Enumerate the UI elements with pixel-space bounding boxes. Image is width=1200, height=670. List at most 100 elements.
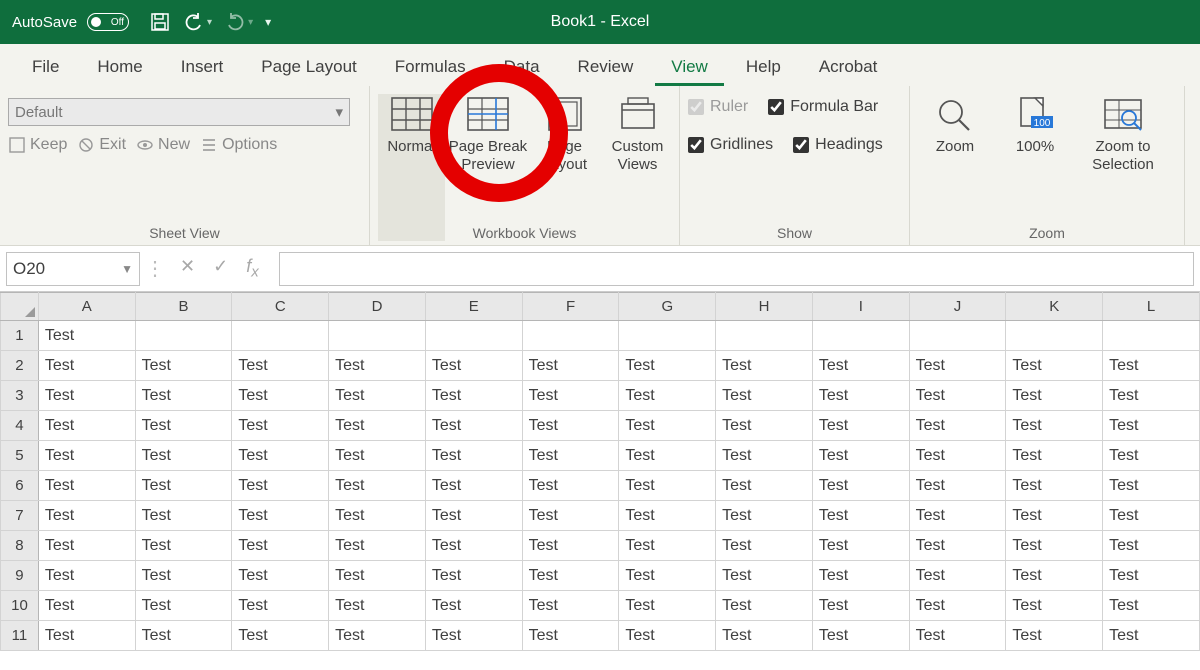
cell[interactable]: Test <box>619 591 716 621</box>
cell[interactable]: Test <box>716 471 813 501</box>
column-header[interactable]: L <box>1103 293 1200 321</box>
cell[interactable]: Test <box>909 441 1006 471</box>
cell[interactable] <box>135 321 232 351</box>
enter-icon[interactable]: ✓ <box>213 256 228 281</box>
cell[interactable]: Test <box>38 321 135 351</box>
cell[interactable]: Test <box>909 381 1006 411</box>
cell[interactable]: Test <box>232 621 329 651</box>
cell[interactable]: Test <box>38 411 135 441</box>
cell[interactable]: Test <box>329 501 426 531</box>
cell[interactable]: Test <box>329 441 426 471</box>
cell[interactable]: Test <box>1103 411 1200 441</box>
cell[interactable]: Test <box>135 471 232 501</box>
name-box[interactable]: O20 ▼ <box>6 252 140 286</box>
options-button[interactable]: Options <box>200 136 277 154</box>
cell[interactable]: Test <box>1103 471 1200 501</box>
tab-help[interactable]: Help <box>730 49 797 86</box>
row-header[interactable]: 5 <box>1 441 39 471</box>
column-header[interactable]: G <box>619 293 716 321</box>
row-header[interactable]: 4 <box>1 411 39 441</box>
cell[interactable]: Test <box>812 411 909 441</box>
cell[interactable]: Test <box>522 531 619 561</box>
cell[interactable]: Test <box>909 561 1006 591</box>
cell[interactable]: Test <box>812 591 909 621</box>
cell[interactable] <box>1006 321 1103 351</box>
tab-page-layout[interactable]: Page Layout <box>245 49 372 86</box>
cell[interactable]: Test <box>38 351 135 381</box>
tab-acrobat[interactable]: Acrobat <box>803 49 894 86</box>
column-header[interactable]: C <box>232 293 329 321</box>
cell[interactable]: Test <box>1103 561 1200 591</box>
column-header[interactable]: D <box>329 293 426 321</box>
cell[interactable]: Test <box>522 411 619 441</box>
tab-file[interactable]: File <box>16 49 75 86</box>
row-header[interactable]: 8 <box>1 531 39 561</box>
autosave-toggle-group[interactable]: AutoSave Off <box>12 13 129 31</box>
cell[interactable]: Test <box>329 411 426 441</box>
cell[interactable]: Test <box>1006 411 1103 441</box>
cell[interactable] <box>425 321 522 351</box>
cell[interactable]: Test <box>135 441 232 471</box>
cell[interactable]: Test <box>522 621 619 651</box>
cell[interactable]: Test <box>619 501 716 531</box>
cell[interactable]: Test <box>716 411 813 441</box>
cell[interactable]: Test <box>135 621 232 651</box>
redo-button[interactable]: ▾ <box>224 11 253 33</box>
sheet-view-dropdown[interactable]: Default ▾ <box>8 98 350 126</box>
formula-input[interactable] <box>279 252 1194 286</box>
cell[interactable]: Test <box>619 351 716 381</box>
ruler-checkbox[interactable]: Ruler <box>688 98 748 116</box>
cell[interactable]: Test <box>329 351 426 381</box>
cell[interactable] <box>619 321 716 351</box>
cell[interactable]: Test <box>38 441 135 471</box>
cell[interactable]: Test <box>619 621 716 651</box>
cell[interactable]: Test <box>1103 351 1200 381</box>
cell[interactable] <box>716 321 813 351</box>
cell[interactable]: Test <box>522 591 619 621</box>
cell[interactable]: Test <box>329 591 426 621</box>
cell[interactable]: Test <box>619 441 716 471</box>
cell[interactable]: Test <box>909 531 1006 561</box>
cell[interactable]: Test <box>329 561 426 591</box>
cell[interactable]: Test <box>425 531 522 561</box>
cell[interactable] <box>909 321 1006 351</box>
save-button[interactable] <box>149 11 171 33</box>
cell[interactable]: Test <box>1006 531 1103 561</box>
cell[interactable]: Test <box>716 561 813 591</box>
zoom-to-selection-button[interactable]: Zoom to Selection <box>1078 94 1168 241</box>
cell[interactable] <box>232 321 329 351</box>
tab-formulas[interactable]: Formulas <box>379 49 482 86</box>
cell[interactable]: Test <box>522 501 619 531</box>
cell[interactable]: Test <box>1006 561 1103 591</box>
cell[interactable]: Test <box>909 621 1006 651</box>
cell[interactable]: Test <box>812 351 909 381</box>
cell[interactable]: Test <box>1103 591 1200 621</box>
cell[interactable]: Test <box>1006 621 1103 651</box>
row-header[interactable]: 11 <box>1 621 39 651</box>
cell[interactable]: Test <box>329 531 426 561</box>
cell[interactable]: Test <box>38 591 135 621</box>
cell[interactable]: Test <box>716 501 813 531</box>
cell[interactable]: Test <box>232 531 329 561</box>
cell[interactable]: Test <box>232 501 329 531</box>
cell[interactable]: Test <box>716 351 813 381</box>
cell[interactable]: Test <box>1006 501 1103 531</box>
cell[interactable]: Test <box>38 471 135 501</box>
cell[interactable]: Test <box>135 411 232 441</box>
cell[interactable]: Test <box>232 411 329 441</box>
cell[interactable]: Test <box>1006 381 1103 411</box>
cell[interactable]: Test <box>38 561 135 591</box>
cell[interactable]: Test <box>1103 501 1200 531</box>
page-layout-button[interactable]: Page Layout <box>531 94 598 241</box>
cell[interactable]: Test <box>716 591 813 621</box>
cell[interactable]: Test <box>619 471 716 501</box>
cell[interactable]: Test <box>812 471 909 501</box>
spreadsheet-grid[interactable]: ABCDEFGHIJKL 1Test2TestTestTestTestTestT… <box>0 292 1200 651</box>
cell[interactable]: Test <box>38 501 135 531</box>
cell[interactable]: Test <box>425 621 522 651</box>
cell[interactable] <box>329 321 426 351</box>
column-header[interactable]: E <box>425 293 522 321</box>
cell[interactable]: Test <box>135 381 232 411</box>
cell[interactable]: Test <box>232 561 329 591</box>
cell[interactable] <box>522 321 619 351</box>
